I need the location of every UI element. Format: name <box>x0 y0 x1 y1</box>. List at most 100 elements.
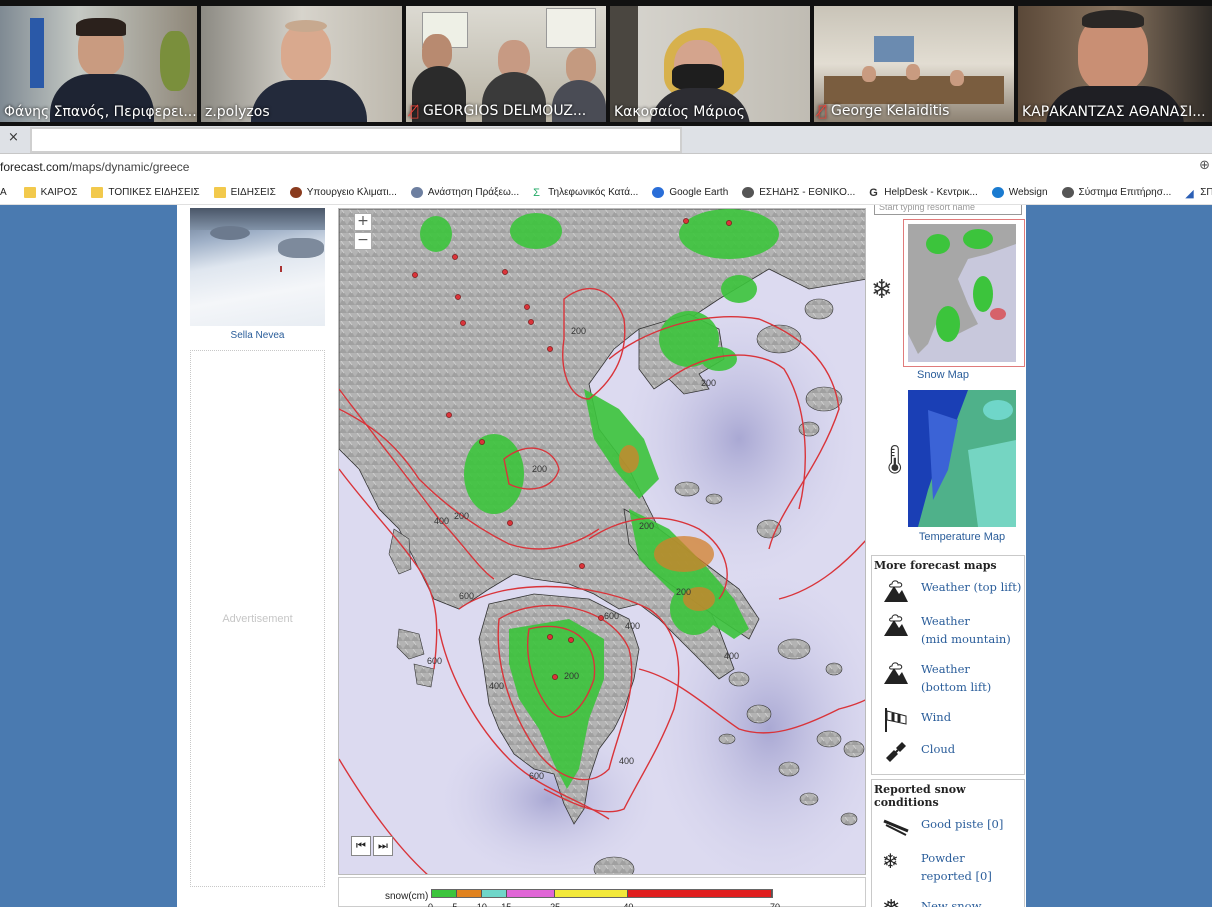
temperature-map-link[interactable]: Temperature Map <box>901 531 1023 543</box>
zoom-icon[interactable]: ⊕ <box>1199 158 1210 173</box>
contour-label: 600 <box>529 771 544 781</box>
video-tile-participant-2[interactable]: z.polyzos <box>201 6 402 122</box>
resort-caption[interactable]: Sella Nevea <box>190 330 325 341</box>
url-text[interactable]: forecast.com/maps/dynamic/greece <box>0 160 189 174</box>
bookmark-item[interactable]: G HelpDesk - Κεντρικ... <box>862 187 985 199</box>
skip-to-start-icon[interactable]: ⏮ <box>351 836 371 856</box>
resort-search-input[interactable]: Start typing resort name <box>874 205 1022 215</box>
weather-top-lift-link[interactable]: Weather (top lift) <box>872 574 1024 608</box>
weather-bottom-lift-link[interactable]: Weather (bottom lift) <box>872 656 1024 704</box>
bookmarks-bar: Α ΚΑΙΡΟΣ ΤΟΠΙΚΕΣ ΕΙΔΗΣΕΙΣ ΕΙΔΗΣΕΙΣ Υπουρ… <box>0 181 1212 205</box>
participant-name: Φάνης Σπανός, Περιφερει... <box>4 104 197 120</box>
cloud-link[interactable]: Cloud <box>872 736 1024 768</box>
websign-icon <box>991 187 1004 198</box>
powder-icon: ❄ <box>882 849 899 873</box>
bookmark-item[interactable]: Ανάστηση Πράξεω... <box>404 187 526 198</box>
video-tile-participant-6[interactable]: ΚΑΡΑΚΑΝΤΖΑΣ ΑΘΑΝΑΣΙ... <box>1018 6 1212 122</box>
tab-title-field[interactable] <box>30 127 682 153</box>
resort-photo[interactable] <box>190 208 325 326</box>
legend-tick-label: 0 <box>428 902 434 907</box>
address-bar[interactable]: forecast.com/maps/dynamic/greece ⊕ <box>0 155 1212 181</box>
legend-band <box>506 890 556 897</box>
step-forward-icon[interactable]: ⏭ <box>373 836 393 856</box>
legend-band <box>456 890 482 897</box>
participant-name: z.polyzos <box>205 104 270 120</box>
contour-label: 400 <box>489 681 504 691</box>
video-tile-participant-3[interactable]: 🎙̸ GEORGIOS DELMOUZ... <box>406 6 606 122</box>
contour-label: 200 <box>701 378 716 388</box>
contour-label: 200 <box>676 587 691 597</box>
contour-label: 600 <box>427 656 442 666</box>
bookmark-item[interactable]: Σύστημα Επιτήρησ... <box>1055 187 1179 198</box>
weather-mid-mountain-link[interactable]: Weather (mid mountain) <box>872 608 1024 656</box>
contour-label: 400 <box>625 621 640 631</box>
advertisement-slot: Advertisement <box>190 350 325 887</box>
good-piste-link[interactable]: Good piste [0] <box>872 811 1024 845</box>
weather-top-lift-icon <box>884 580 908 602</box>
legend-band <box>627 890 773 897</box>
legend-tick-label: 40 <box>623 902 634 907</box>
snow-map-link[interactable]: Snow Map <box>882 369 1004 381</box>
snowflake-icon: ❄ <box>871 275 893 305</box>
contour-label: 400 <box>619 756 634 766</box>
contour-label: 200 <box>571 326 586 336</box>
video-tile-participant-4[interactable]: Κακοσαίος Μάριος <box>610 6 810 122</box>
weather-bottom-lift-icon <box>884 662 908 684</box>
video-tile-participant-5[interactable]: 🎙̸ George Kelaiditis <box>814 6 1014 122</box>
legend-band <box>481 890 507 897</box>
bookmark-item[interactable]: ΕΙΔΗΣΕΙΣ <box>207 187 283 198</box>
legend-title: snow(cm) <box>385 891 429 902</box>
wind-link[interactable]: Wind <box>872 704 1024 736</box>
windsock-icon <box>885 708 907 732</box>
satellite-icon <box>886 742 906 762</box>
participant-name: Κακοσαίος Μάριος <box>614 104 746 120</box>
ministry-icon <box>289 187 302 198</box>
participant-name: 🎙̸ GEORGIOS DELMOUZ... <box>410 102 587 120</box>
contour-label: 600 <box>604 611 619 621</box>
skis-icon <box>883 819 909 836</box>
zoom-in-button[interactable]: + <box>354 213 372 231</box>
bookmark-item[interactable]: Google Earth <box>645 187 735 198</box>
mic-muted-icon: 🎙̸ <box>818 102 828 120</box>
bookmark-item[interactable]: Α <box>0 187 17 198</box>
powder-link[interactable]: ❄ Powder reported [0] <box>872 845 1024 893</box>
bookmark-item[interactable]: ΚΑΙΡΟΣ <box>17 187 85 198</box>
bookmark-item[interactable]: Υπουργειο Κλιματι... <box>283 187 404 198</box>
globe-icon <box>742 187 755 198</box>
zoom-out-button[interactable]: − <box>354 232 372 250</box>
weather-mid-mountain-icon <box>884 614 908 636</box>
map-canvas: 200 200 200 200 400 200 600 600 400 200 … <box>339 209 865 874</box>
snow-legend: snow(cm) 0 5 10 15 25 40 70 <box>338 877 866 907</box>
temperature-map-thumbnail[interactable] <box>908 390 1016 527</box>
page-content: Sella Nevea Advertisement 200 200 200 20… <box>177 205 1026 907</box>
google-earth-icon <box>652 187 665 198</box>
legend-color-bar <box>431 889 773 898</box>
legend-tick-label: 25 <box>550 902 561 907</box>
bookmark-item[interactable]: Websign <box>985 187 1055 198</box>
reported-snow-panel: Reported snow conditions Good piste [0] … <box>871 779 1025 907</box>
video-tile-participant-1[interactable]: Φάνης Σπανός, Περιφερει... <box>0 6 197 122</box>
globe-icon <box>410 187 423 198</box>
legend-band <box>432 890 457 897</box>
more-forecast-maps-panel: More forecast maps Weather (top lift) We… <box>871 555 1025 775</box>
folder-icon <box>213 187 226 198</box>
browser-tab-bar: × <box>0 126 1212 154</box>
close-icon[interactable]: × <box>8 130 19 145</box>
bookmark-item[interactable]: ΕΣΗΔΗΣ - ΕΘΝΙΚΟ... <box>735 187 862 198</box>
legend-tick-label: 15 <box>501 902 512 907</box>
g-icon: G <box>869 187 878 199</box>
snow-map-thumbnail[interactable] <box>903 219 1025 367</box>
bookmark-item[interactable]: ΤΟΠΙΚΕΣ ΕΙΔΗΣΕΙΣ <box>84 187 206 198</box>
snow-forecast-map[interactable]: 200 200 200 200 400 200 600 600 400 200 … <box>338 208 866 875</box>
folder-icon <box>91 187 104 198</box>
contour-label: 200 <box>564 671 579 681</box>
contour-label: 200 <box>639 521 654 531</box>
panel-title: Reported snow conditions <box>874 783 966 809</box>
legend-tick-label: 70 <box>770 902 781 907</box>
bookmark-item[interactable]: ◢ΣΠΕΡΧΕ <box>1178 187 1212 200</box>
bookmark-item[interactable]: Σ Τηλεφωνικός Κατά... <box>526 187 645 199</box>
contour-label: 200 <box>532 464 547 474</box>
new-snow-link[interactable]: ❅ New snow <box>872 893 1024 907</box>
participant-name: 🎙̸ George Kelaiditis <box>818 102 950 120</box>
triangle-icon: ◢ <box>1185 188 1194 200</box>
